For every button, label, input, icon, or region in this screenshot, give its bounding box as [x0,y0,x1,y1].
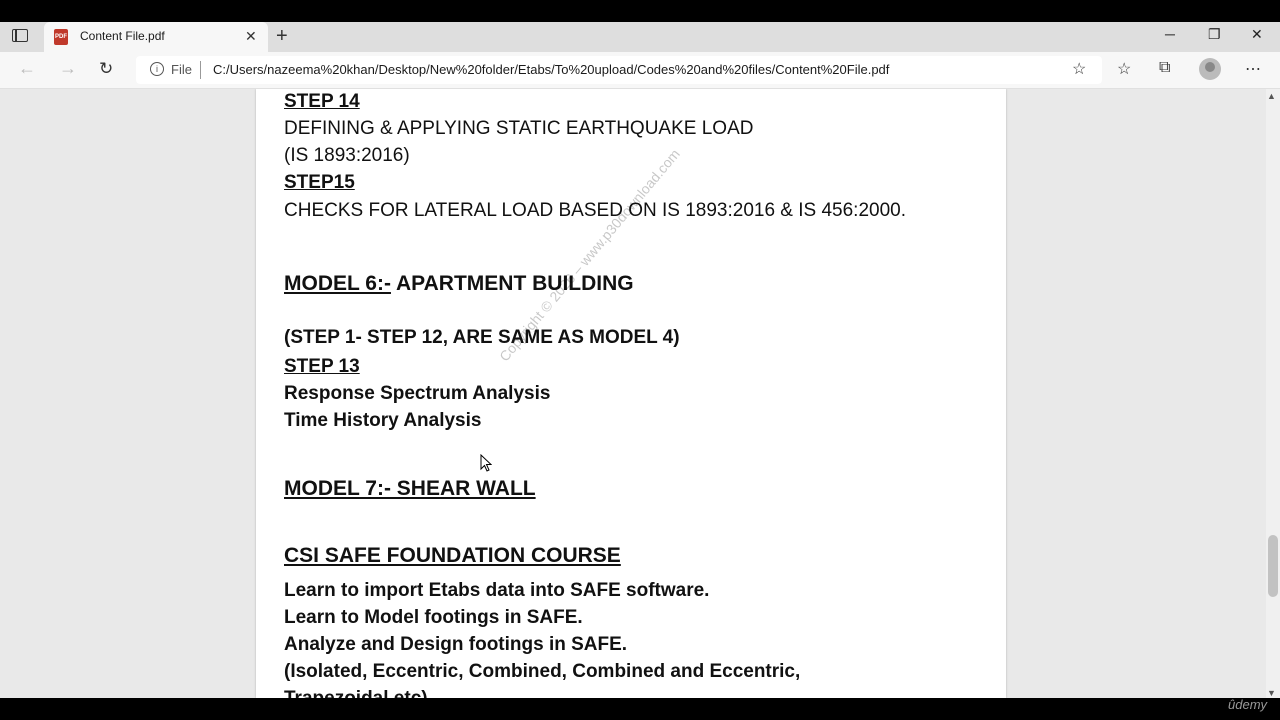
close-window-button[interactable]: ✕ [1251,26,1263,43]
safe-item2: Learn to Model footings in SAFE. [284,607,583,628]
minimize-button[interactable]: ─ [1165,26,1175,42]
pdf-viewer: STEP 14 DEFINING & APPLYING STATIC EARTH… [0,89,1280,698]
url-text[interactable]: C:/Users/nazeema%20khan/Desktop/New%20fo… [213,62,889,77]
file-label: File [171,62,192,77]
step14-heading: STEP 14 [284,91,360,112]
step15-line1: CHECKS FOR LATERAL LOAD BASED ON IS 1893… [284,200,907,221]
scrollbar-thumb[interactable] [1268,535,1278,597]
tab-close-icon[interactable]: ✕ [245,28,257,45]
forward-icon[interactable]: → [59,58,77,79]
favorites-icon[interactable]: ☆ [1117,59,1131,79]
profile-icon[interactable] [1199,58,1221,80]
safe-item1: Learn to import Etabs data into SAFE sof… [284,580,710,601]
back-icon[interactable]: ← [18,58,36,79]
address-separator [200,61,201,79]
model6-note: (STEP 1- STEP 12, ARE SAME AS MODEL 4) [284,327,680,348]
info-icon[interactable]: i [150,62,164,76]
tab-title: Content File.pdf [80,29,165,43]
step15-heading: STEP15 [284,172,355,193]
tab-actions-icon[interactable] [12,29,28,42]
step14-line1: DEFINING & APPLYING STATIC EARTHQUAKE LO… [284,118,754,139]
pdf-icon: PDF [54,29,68,45]
udemy-logo: ûdemy [1228,697,1268,712]
new-tab-button[interactable]: + [276,25,288,48]
scrollbar-track[interactable] [1266,89,1280,698]
refresh-icon[interactable]: ↻ [99,59,113,79]
bottom-bar [0,698,1280,720]
scroll-down-icon[interactable]: ▼ [1267,688,1276,698]
model6-title: APARTMENT BUILDING [390,272,634,295]
safe-heading: CSI SAFE FOUNDATION COURSE [284,544,621,567]
mouse-cursor-icon [480,454,492,472]
step14-line2: (IS 1893:2016) [284,145,410,166]
favorite-add-icon[interactable]: ☆ [1072,59,1086,79]
more-icon[interactable]: ⋯ [1245,59,1261,79]
model6-prefix: MODEL 6:- [284,272,391,295]
safe-item3: Analyze and Design footings in SAFE. [284,634,628,655]
model7-heading: MODEL 7:- SHEAR WALL [284,477,536,500]
step13-item2: Time History Analysis [284,410,482,431]
step13-heading: STEP 13 [284,356,360,377]
step13-item1: Response Spectrum Analysis [284,383,551,404]
restore-button[interactable]: ❐ [1208,26,1221,43]
scroll-up-icon[interactable]: ▲ [1267,91,1276,101]
collections-icon[interactable]: ⧉ [1159,59,1170,77]
safe-item5: Trapezoidal etc) [284,688,428,698]
pdf-page: STEP 14 DEFINING & APPLYING STATIC EARTH… [256,89,1006,698]
safe-item4: (Isolated, Eccentric, Combined, Combined… [284,661,801,682]
